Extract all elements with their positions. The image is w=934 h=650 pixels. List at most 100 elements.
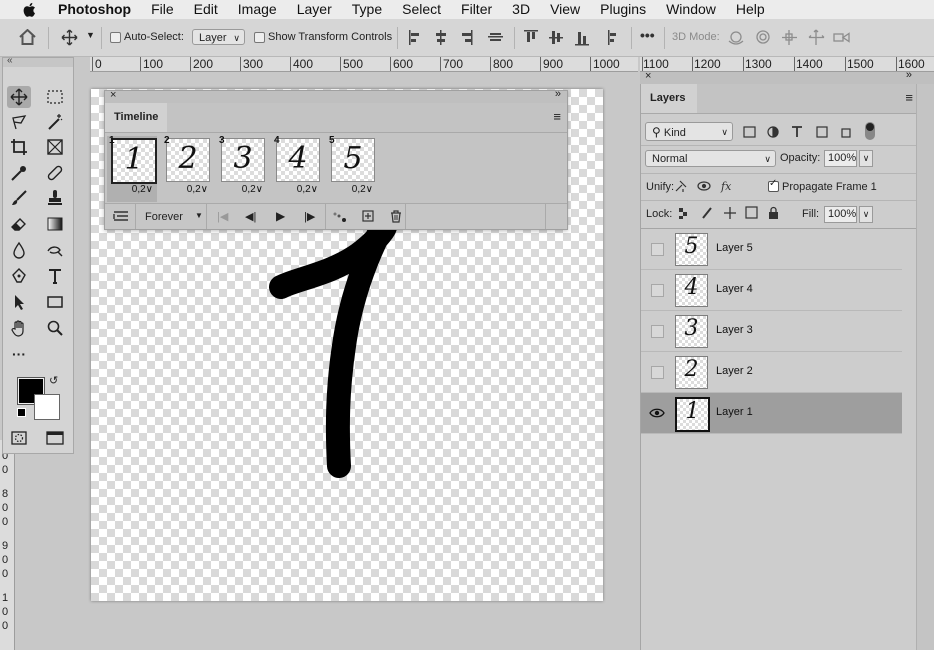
collapse-icon[interactable]: » (906, 69, 912, 81)
menu-filter[interactable]: Filter (451, 0, 502, 19)
collapse-icon[interactable]: « (7, 55, 13, 66)
lasso-tool[interactable] (7, 111, 31, 133)
pen-tool[interactable] (7, 265, 31, 287)
layer-row[interactable]: 5 Layer 5 (641, 229, 902, 270)
tools-panel-header[interactable]: « (3, 55, 73, 67)
zoom-tool[interactable] (43, 317, 67, 339)
panel-menu-icon[interactable]: ≡ (905, 90, 913, 105)
show-transform-checkbox[interactable] (254, 32, 265, 43)
frame-2[interactable]: 2 2 0,2∨ (162, 135, 212, 202)
frame-delay[interactable]: 0,2∨ (187, 184, 208, 195)
healing-brush-tool[interactable] (43, 162, 67, 184)
tab-layers[interactable]: Layers (641, 84, 697, 113)
layer-filter-dropdown[interactable]: ⚲ Kind ∨ (645, 122, 733, 141)
filter-toggle[interactable] (865, 122, 875, 140)
3d-mode-icons-group[interactable] (727, 28, 855, 47)
next-frame-icon[interactable]: |▶ (304, 210, 315, 223)
close-icon[interactable]: × (110, 89, 116, 101)
panel-menu-icon[interactable]: ≡ (553, 109, 561, 124)
hand-tool[interactable] (7, 317, 31, 339)
distribute-icons-group[interactable] (522, 29, 632, 46)
menu-image[interactable]: Image (228, 0, 287, 19)
magic-wand-tool[interactable] (43, 111, 67, 133)
marquee-tool[interactable] (43, 86, 67, 108)
blend-mode-dropdown[interactable]: Normal ∨ (645, 150, 776, 167)
fill-field[interactable]: 100% (824, 206, 857, 223)
frame-3[interactable]: 3 3 0,2∨ (217, 135, 267, 202)
collapse-icon[interactable]: » (555, 88, 561, 100)
menu-view[interactable]: View (540, 0, 590, 19)
opacity-field[interactable]: 100% (824, 150, 857, 167)
menu-type[interactable]: Type (342, 0, 392, 19)
close-icon[interactable]: × (645, 70, 651, 82)
layers-scrollbar[interactable] (916, 84, 934, 650)
blur-tool[interactable] (7, 239, 31, 261)
background-color-swatch[interactable] (34, 394, 60, 420)
lock-icons-group[interactable] (678, 206, 780, 220)
crop-tool[interactable] (7, 136, 31, 158)
previous-frame-icon[interactable]: ◀| (245, 210, 256, 223)
loop-options-dropdown[interactable]: Forever ▼ (135, 204, 207, 229)
frame-5[interactable]: 5 5 0,2∨ (327, 135, 377, 202)
auto-select-dropdown[interactable]: Layer ∨ (192, 29, 245, 45)
propagate-frame-checkbox[interactable]: ✓ (768, 178, 779, 192)
gradient-tool[interactable] (43, 213, 67, 235)
convert-timeline-icon[interactable] (113, 210, 129, 223)
default-colors-icon[interactable] (17, 408, 26, 417)
type-tool[interactable] (43, 265, 67, 287)
visibility-toggle[interactable] (651, 325, 664, 338)
timeline-panel-header[interactable]: × » (105, 88, 567, 103)
menu-layer[interactable]: Layer (287, 0, 342, 19)
path-selection-tool[interactable] (7, 291, 31, 313)
screen-mode-button[interactable] (43, 427, 67, 449)
eraser-tool[interactable] (7, 213, 31, 235)
tab-timeline[interactable]: Timeline (105, 103, 167, 132)
duplicate-frame-icon[interactable] (362, 210, 374, 222)
trash-icon[interactable] (390, 210, 402, 223)
frame-4[interactable]: 4 4 0,2∨ (272, 135, 322, 202)
menu-plugins[interactable]: Plugins (590, 0, 656, 19)
move-tool[interactable] (7, 86, 31, 108)
frame-tool[interactable] (43, 136, 67, 158)
clone-stamp-tool[interactable] (43, 187, 67, 209)
layer-row[interactable]: 3 Layer 3 (641, 311, 902, 352)
visibility-toggle[interactable] (651, 243, 664, 256)
align-icons-group[interactable] (405, 29, 525, 46)
filter-icons-group[interactable] (743, 125, 873, 139)
swap-colors-icon[interactable]: ↺ (49, 374, 58, 387)
menu-help[interactable]: Help (726, 0, 775, 19)
frame-delay[interactable]: 0,2∨ (297, 184, 318, 195)
frame-delay[interactable]: 0,2∨ (352, 184, 373, 195)
visibility-toggle[interactable] (651, 366, 664, 379)
layer-row-selected[interactable]: 1 Layer 1 (641, 393, 902, 434)
eyedropper-tool[interactable] (7, 162, 31, 184)
play-icon[interactable]: ▶ (276, 209, 285, 223)
apple-icon[interactable] (22, 2, 36, 18)
menu-select[interactable]: Select (392, 0, 451, 19)
quick-mask-button[interactable] (7, 427, 31, 449)
brush-tool[interactable] (7, 187, 31, 209)
chevron-down-icon[interactable]: ▼ (86, 30, 95, 40)
menu-window[interactable]: Window (656, 0, 726, 19)
home-icon[interactable] (19, 29, 36, 45)
move-tool-icon[interactable] (61, 29, 78, 46)
app-menu[interactable]: Photoshop (48, 0, 141, 19)
edit-toolbar-button[interactable]: ··· (7, 343, 31, 365)
frame-delay[interactable]: 0,2∨ (242, 184, 263, 195)
first-frame-icon[interactable]: |◀ (217, 210, 228, 223)
visibility-toggle[interactable] (651, 284, 664, 297)
opacity-slider-button[interactable]: ∨ (859, 150, 873, 167)
more-options-button[interactable]: ••• (640, 27, 655, 43)
tween-icon[interactable] (333, 211, 347, 223)
dodge-tool[interactable] (43, 239, 67, 261)
unify-icons-group[interactable]: fx (675, 179, 737, 193)
eye-icon[interactable] (649, 407, 665, 419)
fill-slider-button[interactable]: ∨ (859, 206, 873, 223)
rectangle-tool[interactable] (43, 291, 67, 313)
menu-edit[interactable]: Edit (184, 0, 228, 19)
frame-1[interactable]: 1 1 0,2∨ (107, 135, 157, 202)
layer-row[interactable]: 4 Layer 4 (641, 270, 902, 311)
menu-3d[interactable]: 3D (502, 0, 540, 19)
layers-panel-header[interactable]: × » (640, 69, 934, 84)
frame-delay[interactable]: 0,2∨ (132, 184, 153, 195)
